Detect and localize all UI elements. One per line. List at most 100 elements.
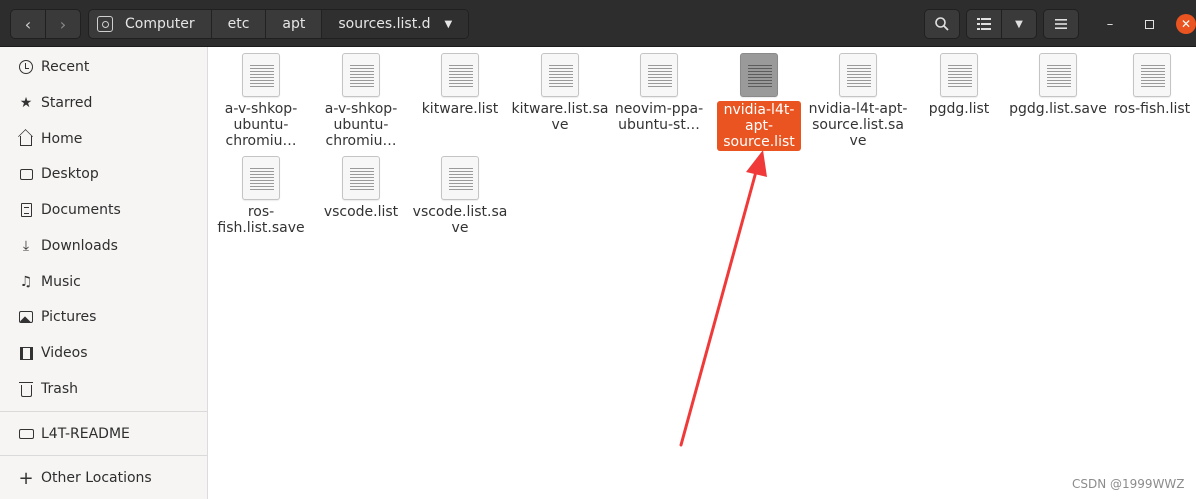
chevron-left-icon: ‹ bbox=[24, 14, 32, 34]
crumb-apt[interactable]: apt bbox=[266, 10, 323, 38]
text-file-icon bbox=[242, 53, 280, 97]
file-name: nvidia-l4t-apt-source.list bbox=[717, 101, 801, 151]
text-file-icon bbox=[940, 53, 978, 97]
text-file-icon bbox=[740, 53, 778, 97]
sidebar-item-label: Music bbox=[41, 274, 81, 290]
text-file-icon bbox=[242, 156, 280, 200]
sidebar-item-pictures[interactable]: Pictures bbox=[0, 300, 207, 334]
file-item[interactable]: nvidia-l4t-apt-source.list.save bbox=[808, 53, 908, 149]
file-item[interactable]: vscode.list bbox=[311, 156, 411, 220]
caret-down-icon: ▼ bbox=[1015, 18, 1023, 30]
file-item[interactable]: ros-fish.list bbox=[1108, 53, 1196, 117]
text-file-icon bbox=[640, 53, 678, 97]
search-button[interactable] bbox=[924, 9, 960, 39]
sidebar-item-label: Trash bbox=[41, 381, 78, 397]
sidebar-item-downloads[interactable]: ⤓ Downloads bbox=[0, 229, 207, 263]
text-file-icon bbox=[342, 53, 380, 97]
trash-icon bbox=[18, 381, 34, 397]
document-icon bbox=[18, 202, 34, 218]
file-name: neovim-ppa-ubuntu-st… bbox=[614, 101, 704, 133]
sidebar-item-label: Videos bbox=[41, 345, 88, 361]
forward-button[interactable]: › bbox=[45, 9, 81, 39]
picture-icon bbox=[18, 309, 34, 325]
text-file-icon bbox=[1039, 53, 1077, 97]
file-item[interactable]: pgdg.list.save bbox=[1008, 53, 1108, 117]
maximize-icon bbox=[1144, 19, 1154, 29]
drive-icon bbox=[18, 426, 34, 442]
minimize-button[interactable]: – bbox=[1100, 14, 1120, 34]
sidebar-item-other-locations[interactable]: + Other Locations bbox=[0, 461, 207, 495]
crumb-current-folder[interactable]: sources.list.d ▼ bbox=[322, 10, 469, 38]
header-bar: ‹ › Computer etc apt sources.list.d ▼ ▼ … bbox=[0, 0, 1196, 47]
sidebar-divider bbox=[0, 455, 207, 456]
file-item[interactable]: neovim-ppa-ubuntu-st… bbox=[609, 53, 709, 133]
sidebar-item-videos[interactable]: Videos bbox=[0, 336, 207, 370]
text-file-icon bbox=[342, 156, 380, 200]
file-name: a-v-shkop-ubuntu-chromiu… bbox=[224, 101, 298, 149]
text-file-icon bbox=[1133, 53, 1171, 97]
file-item[interactable]: a-v-shkop-ubuntu-chromiu… bbox=[211, 53, 311, 149]
search-icon bbox=[935, 17, 949, 31]
sidebar-item-label: Other Locations bbox=[41, 470, 152, 486]
sidebar-item-documents[interactable]: Documents bbox=[0, 193, 207, 227]
file-item[interactable]: ros-fish.list.save bbox=[211, 156, 311, 236]
sidebar-item-home[interactable]: Home bbox=[0, 122, 207, 156]
music-icon: ♫ bbox=[19, 274, 33, 290]
back-button[interactable]: ‹ bbox=[10, 9, 46, 39]
hamburger-icon bbox=[1055, 19, 1067, 29]
sidebar-divider bbox=[0, 411, 207, 412]
crumb-label: apt bbox=[282, 16, 306, 32]
file-item[interactable]: kitware.list.save bbox=[510, 53, 610, 133]
file-item[interactable]: vscode.list.save bbox=[410, 156, 510, 236]
crumb-etc[interactable]: etc bbox=[212, 10, 267, 38]
star-icon: ★ bbox=[19, 95, 33, 111]
sidebar: Recent ★ Starred Home Desktop Documents … bbox=[0, 47, 208, 499]
plus-icon: + bbox=[18, 467, 34, 489]
sidebar-item-desktop[interactable]: Desktop bbox=[0, 157, 207, 191]
file-name: nvidia-l4t-apt-source.list.save bbox=[808, 101, 908, 149]
close-button[interactable]: ✕ bbox=[1176, 14, 1196, 34]
maximize-button[interactable] bbox=[1139, 14, 1159, 34]
text-file-icon bbox=[441, 53, 479, 97]
file-item-selected[interactable]: nvidia-l4t-apt-source.list bbox=[709, 53, 809, 151]
text-file-icon bbox=[441, 156, 479, 200]
caret-down-icon: ▼ bbox=[444, 18, 453, 30]
sidebar-item-label: Home bbox=[41, 131, 83, 147]
crumb-label: Computer bbox=[125, 16, 195, 32]
file-item[interactable]: kitware.list bbox=[410, 53, 510, 117]
file-name: kitware.list.save bbox=[511, 101, 609, 133]
file-view[interactable]: a-v-shkop-ubuntu-chromiu… a-v-shkop-ubun… bbox=[208, 47, 1196, 499]
clock-icon bbox=[18, 59, 34, 75]
sidebar-item-label: Starred bbox=[41, 95, 93, 111]
drive-icon bbox=[97, 16, 113, 32]
path-bar: Computer etc apt sources.list.d ▼ bbox=[88, 9, 470, 39]
sidebar-item-recent[interactable]: Recent bbox=[0, 50, 207, 84]
crumb-label: sources.list.d bbox=[338, 16, 431, 32]
download-icon: ⤓ bbox=[22, 238, 30, 254]
file-item[interactable]: pgdg.list bbox=[909, 53, 1009, 117]
menu-button[interactable] bbox=[1043, 9, 1079, 39]
file-name: vscode.list.save bbox=[412, 204, 508, 236]
sidebar-item-l4t-readme[interactable]: L4T-README bbox=[0, 417, 207, 451]
crumb-computer[interactable]: Computer bbox=[89, 10, 212, 38]
sidebar-item-music[interactable]: ♫ Music bbox=[0, 265, 207, 299]
crumb-label: etc bbox=[227, 16, 250, 32]
sidebar-item-label: Desktop bbox=[41, 166, 99, 182]
file-name: pgdg.list bbox=[928, 101, 990, 117]
sidebar-item-starred[interactable]: ★ Starred bbox=[0, 86, 207, 120]
list-view-button[interactable] bbox=[966, 9, 1002, 39]
file-name: pgdg.list.save bbox=[1009, 101, 1107, 117]
text-file-icon bbox=[839, 53, 877, 97]
file-name: kitware.list bbox=[421, 101, 499, 117]
close-icon: ✕ bbox=[1180, 17, 1192, 31]
sidebar-item-label: Pictures bbox=[41, 309, 97, 325]
sidebar-item-trash[interactable]: Trash bbox=[0, 372, 207, 406]
file-name: a-v-shkop-ubuntu-chromiu… bbox=[324, 101, 398, 149]
sidebar-item-label: L4T-README bbox=[41, 426, 130, 442]
file-item[interactable]: a-v-shkop-ubuntu-chromiu… bbox=[311, 53, 411, 149]
sidebar-item-label: Downloads bbox=[41, 238, 118, 254]
file-name: vscode.list bbox=[323, 204, 399, 220]
file-name: ros-fish.list bbox=[1113, 101, 1191, 117]
watermark: CSDN @1999WWZ bbox=[1072, 477, 1185, 491]
view-options-button[interactable]: ▼ bbox=[1001, 9, 1037, 39]
